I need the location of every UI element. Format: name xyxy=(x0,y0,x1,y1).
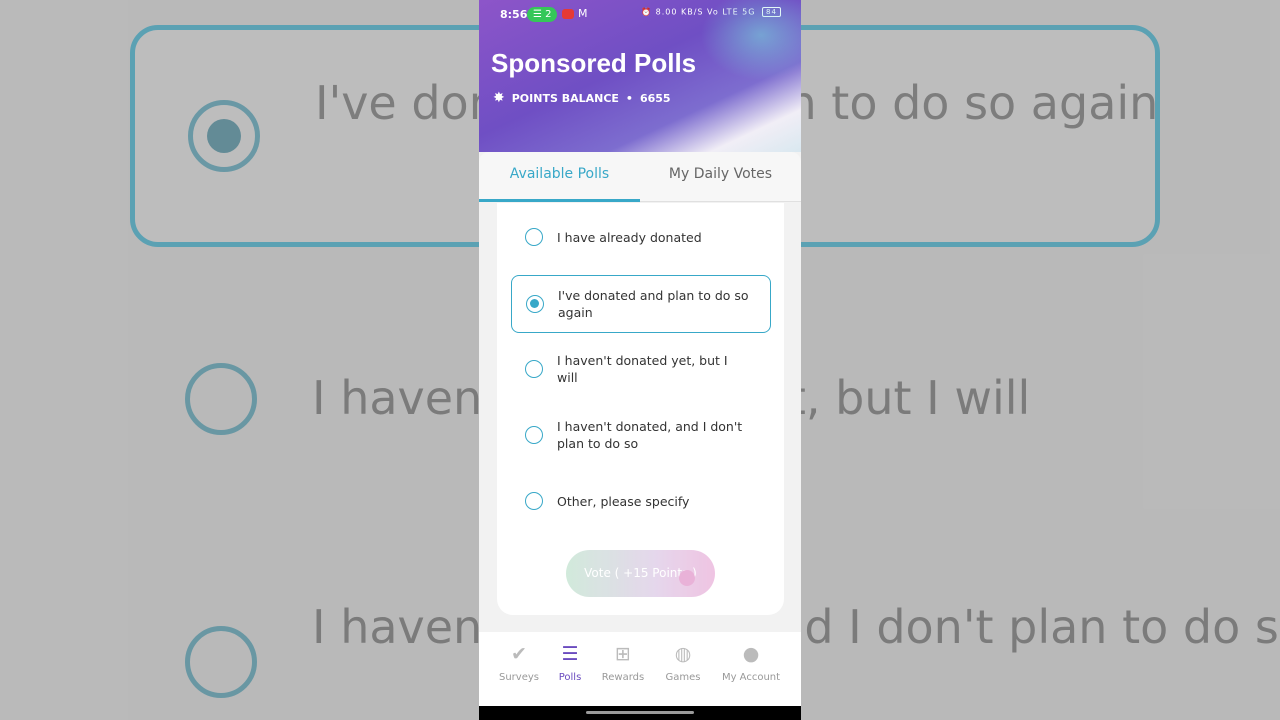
poll-option[interactable]: I haven't donated yet, but I will xyxy=(511,340,771,398)
radio-button[interactable] xyxy=(525,492,543,510)
gmail-icon: M xyxy=(578,7,588,20)
balance-separator: • xyxy=(625,91,633,105)
tab-my-daily-votes[interactable]: My Daily Votes xyxy=(640,152,801,202)
status-right-icons: ⏰ 8.00 KB/S Vo LTE 5G 84 xyxy=(641,7,781,17)
poll-tabs: Available Polls My Daily Votes xyxy=(479,152,801,202)
poll-option-selected[interactable]: I've donated and plan to do so again xyxy=(511,275,771,333)
radio-button[interactable] xyxy=(525,360,543,378)
page-title: Sponsored Polls xyxy=(491,48,697,78)
phone-screen: 8:56 ☰ 2 M ⏰ 8.00 KB/S Vo LTE 5G 84 Spon… xyxy=(479,0,801,720)
nav-games[interactable]: ◍ Games xyxy=(651,642,715,683)
tab-available-polls[interactable]: Available Polls xyxy=(479,152,640,202)
points-balance: ✸ POINTS BALANCE • 6655 xyxy=(493,90,671,106)
nav-rewards[interactable]: ⊞ Rewards xyxy=(591,642,655,683)
alarm-icon: ⏰ xyxy=(641,7,653,17)
radio-button-selected[interactable] xyxy=(526,295,544,313)
touch-indicator xyxy=(679,570,695,586)
header-banner: 8:56 ☰ 2 M ⏰ 8.00 KB/S Vo LTE 5G 84 Spon… xyxy=(479,0,801,152)
balance-value: 6655 xyxy=(639,91,671,105)
status-bar: 8:56 ☰ 2 M ⏰ 8.00 KB/S Vo LTE 5G 84 xyxy=(479,0,801,30)
bottom-nav: ✔ Surveys ☰ Polls ⊞ Rewards ◍ Games ● My… xyxy=(479,632,801,706)
status-time: 8:56 xyxy=(500,8,528,21)
radio-button[interactable] xyxy=(525,426,543,444)
poll-card: I have already donated I've donated and … xyxy=(497,203,784,615)
poll-option[interactable]: Other, please specify xyxy=(511,472,771,530)
battery-icon: 84 xyxy=(762,7,781,17)
radio-button[interactable] xyxy=(525,228,543,246)
user-icon: ● xyxy=(742,643,760,665)
gamepad-icon: ◍ xyxy=(674,643,692,665)
system-nav-bar xyxy=(479,706,801,720)
nav-my-account[interactable]: ● My Account xyxy=(719,642,783,683)
gesture-handle[interactable] xyxy=(586,711,694,714)
hotspot-icon: ☰ xyxy=(533,9,546,20)
youtube-icon xyxy=(562,9,574,19)
poll-option[interactable]: I have already donated xyxy=(511,208,771,266)
option-label: I have already donated xyxy=(557,229,702,245)
balance-label: POINTS BALANCE xyxy=(511,91,619,105)
badge-star-icon: ✸ xyxy=(493,90,505,106)
gift-icon: ⊞ xyxy=(615,643,631,665)
poll-option[interactable]: I haven't donated, and I don't plan to d… xyxy=(511,406,771,464)
option-label: Other, please specify xyxy=(557,493,690,509)
vote-button[interactable]: Vote ( +15 Points ) xyxy=(566,550,715,597)
option-label: I've donated and plan to do so again xyxy=(558,288,749,320)
option-label: I haven't donated yet, but I will xyxy=(557,353,728,385)
hotspot-badge: ☰ 2 xyxy=(527,7,557,22)
option-label: I haven't donated, and I don't plan to d… xyxy=(557,419,743,451)
